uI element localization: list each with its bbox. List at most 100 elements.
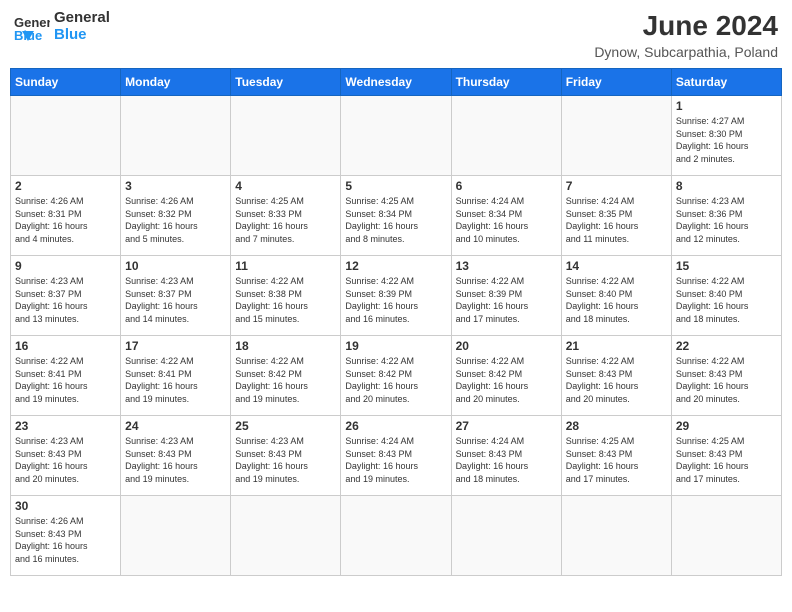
calendar-day-cell: 2Sunrise: 4:26 AM Sunset: 8:31 PM Daylig… (11, 176, 121, 256)
day-info: Sunrise: 4:26 AM Sunset: 8:32 PM Dayligh… (125, 195, 226, 245)
calendar-day-cell (561, 496, 671, 576)
day-number: 28 (566, 419, 667, 433)
calendar-week-row: 30 Sunrise: 4:26 AM Sunset: 8:43 PM Dayli… (11, 496, 782, 576)
day-number: 15 (676, 259, 777, 273)
calendar-day-cell: 15 Sunrise: 4:22 AM Sunset: 8:40 PM Dayli… (671, 256, 781, 336)
calendar-day-cell: 21 Sunrise: 4:22 AM Sunset: 8:43 PM Dayli… (561, 336, 671, 416)
calendar-day-cell (451, 96, 561, 176)
day-info: Sunrise: 4:25 AM Sunset: 8:43 PM Dayligh… (676, 435, 777, 485)
calendar-day-cell: 22 Sunrise: 4:22 AM Sunset: 8:43 PM Dayli… (671, 336, 781, 416)
day-info: Sunrise: 4:23 AM Sunset: 8:43 PM Dayligh… (15, 435, 116, 485)
day-number: 5 (345, 179, 446, 193)
calendar-week-row: 1Sunrise: 4:27 AM Sunset: 8:30 PM Daylig… (11, 96, 782, 176)
calendar-day-cell (121, 496, 231, 576)
calendar-day-cell (121, 96, 231, 176)
calendar-day-cell (341, 496, 451, 576)
day-info: Sunrise: 4:22 AM Sunset: 8:42 PM Dayligh… (345, 355, 446, 405)
calendar-day-cell: 14 Sunrise: 4:22 AM Sunset: 8:40 PM Dayli… (561, 256, 671, 336)
calendar-day-cell (671, 496, 781, 576)
weekday-header: Saturday (671, 69, 781, 96)
day-number: 12 (345, 259, 446, 273)
day-number: 29 (676, 419, 777, 433)
day-number: 10 (125, 259, 226, 273)
calendar-day-cell: 20 Sunrise: 4:22 AM Sunset: 8:42 PM Dayli… (451, 336, 561, 416)
subtitle: Dynow, Subcarpathia, Poland (594, 44, 778, 60)
day-number: 22 (676, 339, 777, 353)
day-number: 7 (566, 179, 667, 193)
day-number: 16 (15, 339, 116, 353)
day-number: 2 (15, 179, 116, 193)
calendar-day-cell (11, 96, 121, 176)
calendar-day-cell: 7 Sunrise: 4:24 AM Sunset: 8:35 PM Daylig… (561, 176, 671, 256)
day-info: Sunrise: 4:24 AM Sunset: 8:34 PM Dayligh… (456, 195, 557, 245)
calendar-day-cell: 27 Sunrise: 4:24 AM Sunset: 8:43 PM Dayli… (451, 416, 561, 496)
day-number: 20 (456, 339, 557, 353)
page-header: General Blue General Blue June 2024 Dyno… (10, 10, 782, 60)
weekday-header-row: SundayMondayTuesdayWednesdayThursdayFrid… (11, 69, 782, 96)
calendar-day-cell: 16Sunrise: 4:22 AM Sunset: 8:41 PM Dayli… (11, 336, 121, 416)
weekday-header: Tuesday (231, 69, 341, 96)
calendar-day-cell: 18 Sunrise: 4:22 AM Sunset: 8:42 PM Dayli… (231, 336, 341, 416)
calendar-day-cell: 25Sunrise: 4:23 AM Sunset: 8:43 PM Dayli… (231, 416, 341, 496)
calendar-day-cell: 6Sunrise: 4:24 AM Sunset: 8:34 PM Daylig… (451, 176, 561, 256)
calendar-day-cell: 3Sunrise: 4:26 AM Sunset: 8:32 PM Daylig… (121, 176, 231, 256)
day-number: 18 (235, 339, 336, 353)
calendar-day-cell: 17Sunrise: 4:22 AM Sunset: 8:41 PM Dayli… (121, 336, 231, 416)
day-number: 30 (15, 499, 116, 513)
logo: General Blue General Blue (14, 10, 110, 43)
day-info: Sunrise: 4:22 AM Sunset: 8:40 PM Dayligh… (566, 275, 667, 325)
calendar-week-row: 16Sunrise: 4:22 AM Sunset: 8:41 PM Dayli… (11, 336, 782, 416)
svg-text:Blue: Blue (14, 28, 42, 41)
day-info: Sunrise: 4:23 AM Sunset: 8:37 PM Dayligh… (125, 275, 226, 325)
calendar-day-cell: 28 Sunrise: 4:25 AM Sunset: 8:43 PM Dayli… (561, 416, 671, 496)
day-info: Sunrise: 4:22 AM Sunset: 8:40 PM Dayligh… (676, 275, 777, 325)
weekday-header: Thursday (451, 69, 561, 96)
day-number: 25 (235, 419, 336, 433)
calendar-day-cell: 30 Sunrise: 4:26 AM Sunset: 8:43 PM Dayli… (11, 496, 121, 576)
day-number: 8 (676, 179, 777, 193)
day-number: 23 (15, 419, 116, 433)
day-info: Sunrise: 4:26 AM Sunset: 8:43 PM Dayligh… (15, 515, 116, 565)
day-info: Sunrise: 4:25 AM Sunset: 8:34 PM Dayligh… (345, 195, 446, 245)
title-area: June 2024 Dynow, Subcarpathia, Poland (594, 10, 778, 60)
calendar-day-cell: 9Sunrise: 4:23 AM Sunset: 8:37 PM Daylig… (11, 256, 121, 336)
day-number: 26 (345, 419, 446, 433)
calendar-day-cell (561, 96, 671, 176)
calendar-day-cell: 10 Sunrise: 4:23 AM Sunset: 8:37 PM Dayli… (121, 256, 231, 336)
day-number: 19 (345, 339, 446, 353)
calendar-day-cell: 12 Sunrise: 4:22 AM Sunset: 8:39 PM Dayli… (341, 256, 451, 336)
day-number: 1 (676, 99, 777, 113)
calendar-day-cell: 5 Sunrise: 4:25 AM Sunset: 8:34 PM Daylig… (341, 176, 451, 256)
day-number: 24 (125, 419, 226, 433)
weekday-header: Friday (561, 69, 671, 96)
weekday-header: Sunday (11, 69, 121, 96)
calendar-day-cell: 13Sunrise: 4:22 AM Sunset: 8:39 PM Dayli… (451, 256, 561, 336)
day-info: Sunrise: 4:24 AM Sunset: 8:43 PM Dayligh… (345, 435, 446, 485)
day-info: Sunrise: 4:22 AM Sunset: 8:43 PM Dayligh… (676, 355, 777, 405)
day-info: Sunrise: 4:22 AM Sunset: 8:42 PM Dayligh… (235, 355, 336, 405)
day-number: 11 (235, 259, 336, 273)
day-info: Sunrise: 4:25 AM Sunset: 8:33 PM Dayligh… (235, 195, 336, 245)
day-info: Sunrise: 4:24 AM Sunset: 8:43 PM Dayligh… (456, 435, 557, 485)
day-info: Sunrise: 4:23 AM Sunset: 8:43 PM Dayligh… (125, 435, 226, 485)
calendar-day-cell (231, 96, 341, 176)
day-info: Sunrise: 4:22 AM Sunset: 8:39 PM Dayligh… (345, 275, 446, 325)
day-info: Sunrise: 4:25 AM Sunset: 8:43 PM Dayligh… (566, 435, 667, 485)
day-info: Sunrise: 4:22 AM Sunset: 8:43 PM Dayligh… (566, 355, 667, 405)
day-number: 21 (566, 339, 667, 353)
logo-blue: Blue (54, 27, 110, 44)
calendar-table: SundayMondayTuesdayWednesdayThursdayFrid… (10, 68, 782, 576)
calendar-day-cell (341, 96, 451, 176)
calendar-day-cell: 23 Sunrise: 4:23 AM Sunset: 8:43 PM Dayli… (11, 416, 121, 496)
day-number: 14 (566, 259, 667, 273)
logo-general: General (54, 10, 110, 27)
calendar-day-cell: 4 Sunrise: 4:25 AM Sunset: 8:33 PM Daylig… (231, 176, 341, 256)
day-info: Sunrise: 4:24 AM Sunset: 8:35 PM Dayligh… (566, 195, 667, 245)
day-number: 13 (456, 259, 557, 273)
day-info: Sunrise: 4:22 AM Sunset: 8:38 PM Dayligh… (235, 275, 336, 325)
day-number: 27 (456, 419, 557, 433)
calendar-week-row: 2Sunrise: 4:26 AM Sunset: 8:31 PM Daylig… (11, 176, 782, 256)
day-number: 4 (235, 179, 336, 193)
day-number: 17 (125, 339, 226, 353)
day-info: Sunrise: 4:22 AM Sunset: 8:42 PM Dayligh… (456, 355, 557, 405)
